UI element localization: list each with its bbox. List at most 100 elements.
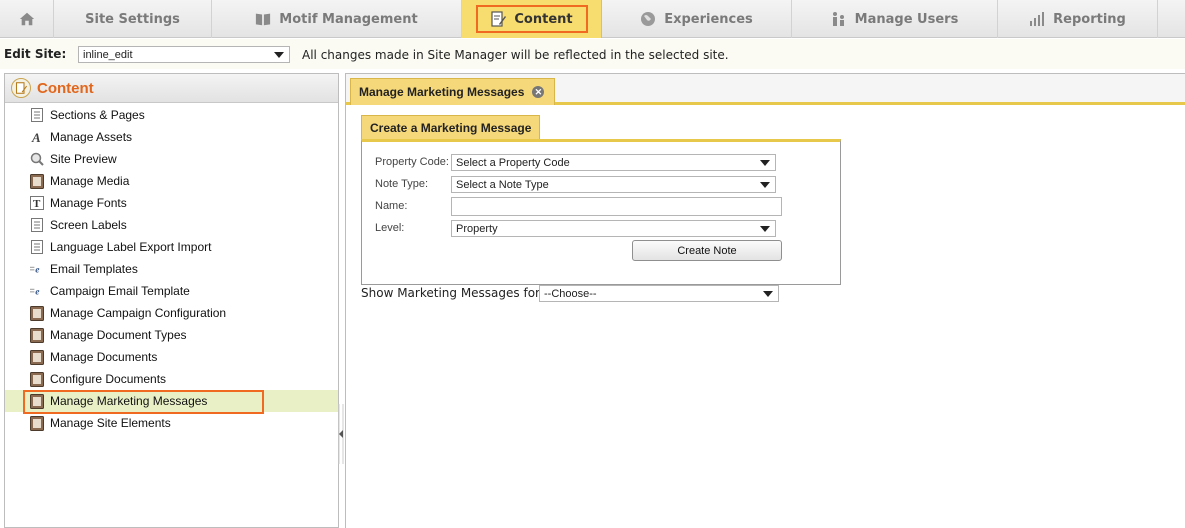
email-template-icon: e bbox=[30, 284, 44, 299]
tab-content-label: Content bbox=[514, 11, 573, 27]
sidebar-item-manage-campaign-configuration[interactable]: Manage Campaign Configuration bbox=[5, 302, 338, 324]
book-icon bbox=[255, 11, 271, 27]
tab-reporting[interactable]: Reporting bbox=[998, 0, 1158, 38]
page-icon bbox=[30, 218, 44, 233]
document-tab-bar: Manage Marketing Messages ✕ bbox=[346, 74, 1185, 105]
sidebar-item-manage-documents[interactable]: Manage Documents bbox=[5, 346, 338, 368]
top-navigation: Site Settings Motif Management Content E… bbox=[0, 0, 1185, 38]
svg-text:A: A bbox=[31, 130, 41, 144]
media-icon bbox=[30, 173, 44, 189]
note-type-value: Select a Note Type bbox=[456, 178, 549, 191]
sidebar-item-manage-site-elements[interactable]: Manage Site Elements bbox=[5, 412, 338, 434]
content-sidebar: Content Sections & Pages A Manage Assets… bbox=[4, 73, 339, 528]
sidebar-title: Content bbox=[37, 79, 94, 97]
sidebar-item-manage-media[interactable]: Manage Media bbox=[5, 170, 338, 192]
note-type-select[interactable]: Select a Note Type bbox=[451, 176, 776, 193]
tab-motif-management-label: Motif Management bbox=[279, 11, 418, 27]
sidebar-item-label: Email Templates bbox=[50, 262, 138, 276]
sidebar-item-label: Manage Fonts bbox=[50, 196, 127, 210]
tab-reporting-label: Reporting bbox=[1053, 11, 1126, 27]
close-icon[interactable]: ✕ bbox=[532, 86, 545, 98]
property-code-label: Property Code: bbox=[375, 156, 449, 168]
show-messages-select[interactable]: --Choose-- bbox=[539, 285, 779, 302]
sidebar-item-manage-assets[interactable]: A Manage Assets bbox=[5, 126, 338, 148]
page-icon bbox=[30, 240, 44, 255]
sidebar-item-configure-documents[interactable]: Configure Documents bbox=[5, 368, 338, 390]
sidebar-item-manage-fonts[interactable]: T Manage Fonts bbox=[5, 192, 338, 214]
sidebar-item-label: Manage Documents bbox=[50, 350, 158, 364]
chevron-down-icon bbox=[274, 52, 284, 58]
sidebar-header: Content bbox=[5, 74, 338, 103]
name-label: Name: bbox=[375, 200, 408, 212]
tab-manage-users-label: Manage Users bbox=[854, 11, 959, 27]
sidebar-item-label: Manage Document Types bbox=[50, 328, 187, 342]
sidebar-item-screen-labels[interactable]: Screen Labels bbox=[5, 214, 338, 236]
sidebar-item-label: Configure Documents bbox=[50, 372, 167, 386]
sidebar-item-manage-marketing-messages[interactable]: Manage Marketing Messages bbox=[5, 390, 338, 414]
collapse-handle-icon bbox=[338, 404, 344, 464]
sidebar-menu: Sections & Pages A Manage Assets Site Pr… bbox=[5, 104, 338, 434]
chevron-down-icon bbox=[760, 182, 770, 188]
svg-text:T: T bbox=[33, 198, 41, 210]
email-template-icon: e bbox=[30, 262, 44, 277]
create-message-form: Property Code: Select a Property Code No… bbox=[361, 139, 841, 285]
chevron-down-icon bbox=[763, 291, 773, 297]
property-code-value: Select a Property Code bbox=[456, 156, 570, 169]
panel-splitter[interactable] bbox=[337, 404, 345, 464]
media-icon bbox=[30, 349, 44, 365]
edit-document-icon bbox=[11, 78, 31, 98]
font-a-icon: A bbox=[30, 130, 44, 145]
show-messages-value: --Choose-- bbox=[544, 287, 597, 300]
level-label: Level: bbox=[375, 222, 405, 234]
property-code-select[interactable]: Select a Property Code bbox=[451, 154, 776, 171]
media-icon bbox=[30, 371, 44, 387]
selection-highlight bbox=[23, 390, 264, 414]
media-icon bbox=[30, 327, 44, 343]
font-t-icon: T bbox=[30, 196, 44, 211]
edit-site-bar: Edit Site: inline_edit All changes made … bbox=[0, 39, 1185, 69]
tab-home[interactable] bbox=[0, 0, 54, 38]
svg-text:e: e bbox=[35, 265, 40, 276]
sidebar-item-label: Screen Labels bbox=[50, 218, 127, 232]
home-icon bbox=[19, 11, 35, 27]
sidebar-item-site-preview[interactable]: Site Preview bbox=[5, 148, 338, 170]
sidebar-item-label: Campaign Email Template bbox=[50, 284, 190, 298]
tab-motif-management[interactable]: Motif Management bbox=[212, 0, 462, 38]
chevron-down-icon bbox=[760, 160, 770, 166]
sidebar-item-label: Language Label Export Import bbox=[50, 240, 212, 254]
sidebar-item-label: Manage Media bbox=[50, 174, 130, 188]
tab-experiences[interactable]: Experiences bbox=[602, 0, 792, 38]
sidebar-item-language-label-export-import[interactable]: Language Label Export Import bbox=[5, 236, 338, 258]
name-input[interactable] bbox=[451, 197, 782, 216]
media-icon bbox=[30, 305, 44, 321]
create-message-tab-label: Create a Marketing Message bbox=[370, 120, 532, 135]
edit-document-icon bbox=[490, 11, 507, 27]
sidebar-item-manage-document-types[interactable]: Manage Document Types bbox=[5, 324, 338, 346]
edit-site-select-value: inline_edit bbox=[83, 48, 133, 61]
globe-icon bbox=[640, 11, 656, 27]
sidebar-item-campaign-email-template[interactable]: e Campaign Email Template bbox=[5, 280, 338, 302]
magnifier-icon bbox=[30, 152, 44, 167]
sidebar-item-sections-pages[interactable]: Sections & Pages bbox=[5, 104, 338, 126]
sidebar-item-label: Manage Campaign Configuration bbox=[50, 306, 227, 320]
create-note-button[interactable]: Create Note bbox=[632, 240, 782, 261]
svg-text:e: e bbox=[35, 287, 40, 298]
sidebar-item-label: Site Preview bbox=[50, 152, 117, 166]
media-icon bbox=[30, 415, 44, 431]
sidebar-item-email-templates[interactable]: e Email Templates bbox=[5, 258, 338, 280]
tab-site-settings[interactable]: Site Settings bbox=[54, 0, 212, 38]
show-messages-label: Show Marketing Messages for: bbox=[361, 286, 544, 300]
sidebar-item-label: Sections & Pages bbox=[50, 108, 145, 122]
users-icon bbox=[831, 11, 847, 27]
tab-site-settings-label: Site Settings bbox=[85, 11, 180, 27]
edit-site-select[interactable]: inline_edit bbox=[78, 46, 290, 63]
chevron-down-icon bbox=[760, 226, 770, 232]
doc-tab-label: Manage Marketing Messages bbox=[359, 85, 525, 99]
tab-manage-marketing-messages[interactable]: Manage Marketing Messages ✕ bbox=[350, 78, 556, 105]
level-select[interactable]: Property bbox=[451, 220, 776, 237]
edit-site-message: All changes made in Site Manager will be… bbox=[302, 48, 729, 62]
tab-experiences-label: Experiences bbox=[664, 11, 753, 27]
edit-site-label: Edit Site: bbox=[4, 47, 67, 61]
tab-content[interactable]: Content bbox=[462, 0, 602, 38]
tab-manage-users[interactable]: Manage Users bbox=[792, 0, 998, 38]
